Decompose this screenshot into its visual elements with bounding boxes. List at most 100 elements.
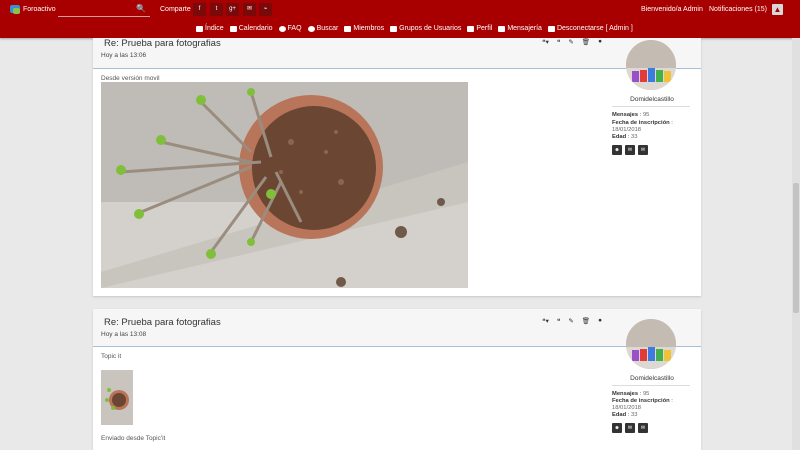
nav-item-messages[interactable]: Mensajería [498, 25, 542, 32]
mail-icon: ✉ [246, 6, 253, 12]
nav-item-calendar[interactable]: Calendario [229, 25, 273, 32]
google-plus-icon: g+ [229, 6, 236, 12]
nav-item-faq[interactable]: FAQ [278, 25, 302, 32]
stat-value: 18/01/2018 [612, 127, 642, 133]
nav-item-members[interactable]: Miembros [344, 25, 384, 32]
nav-label: Calendario [238, 25, 273, 32]
username[interactable]: Domidelcastillo [610, 375, 694, 382]
welcome-text[interactable]: Bienvenido/a Admin [641, 6, 703, 13]
delete-icon[interactable]: 🗑 [582, 38, 590, 46]
post-footer-text: Enviado desde Topic'it [101, 435, 166, 442]
logout-icon [547, 25, 555, 32]
facebook-share-button[interactable]: f [193, 3, 206, 16]
nav-item-groups[interactable]: Grupos de Usuarios [390, 25, 461, 32]
logo-text: Foroactivo [23, 5, 56, 13]
stat-messages: Mensajes : 95 [612, 391, 650, 397]
nav-label: Perfil [476, 25, 493, 32]
profile-icon[interactable]: ☻ [612, 145, 622, 155]
edit-icon[interactable]: ✎ [568, 38, 573, 46]
search-input[interactable]: 🔍 [58, 3, 150, 17]
twitter-share-button[interactable]: t [210, 3, 223, 16]
stat-joined: Fecha de inscripción : [612, 120, 673, 126]
delete-icon[interactable]: 🗑 [582, 317, 590, 325]
profile-actions: ☻ ✉ ✉ [612, 145, 648, 155]
quote-icon[interactable]: ❝ [557, 317, 561, 325]
stat-value: 18/01/2018 [612, 405, 642, 411]
stat-value: 95 [642, 112, 650, 118]
nav-item-profile[interactable]: Perfil [467, 25, 492, 32]
profile-icon [467, 25, 475, 32]
post-title[interactable]: Re: Prueba para fotografias [104, 38, 221, 49]
stat-label: Mensajes [612, 391, 639, 397]
google-plus-share-button[interactable]: g+ [226, 3, 239, 16]
profile-divider [612, 385, 690, 386]
nav-item-search[interactable]: Buscar [307, 25, 339, 32]
post: Re: Prueba para fotografias Hoy a las 13… [93, 38, 701, 296]
help-icon [278, 25, 286, 32]
post-title[interactable]: Re: Prueba para fotografias [104, 317, 221, 328]
stat-value: 33 [631, 412, 638, 418]
notifications-label: Notificaciones [709, 6, 753, 13]
user-profile: Domidelcastillo Mensajes : 95 Fecha de i… [610, 309, 690, 450]
scrollbar[interactable] [792, 38, 800, 450]
scroll-top-button[interactable]: ▲ [772, 4, 783, 15]
username[interactable]: Domidelcastillo [610, 96, 694, 103]
pm-icon[interactable]: ✉ [625, 145, 635, 155]
post-time: Hoy a las 13:06 [101, 52, 147, 59]
post-image[interactable] [101, 82, 468, 288]
nav-label: Mensajería [507, 25, 542, 32]
profile-actions: ☻ ✉ ✉ [612, 423, 648, 433]
info-icon[interactable]: ● [598, 317, 602, 325]
arrow-up-icon: ▲ [773, 5, 782, 14]
nav-label: Índice [205, 25, 224, 32]
post-tools: ❝▾ ❝ ✎ 🗑 ● [542, 38, 602, 46]
stat-label: Edad [612, 412, 627, 418]
nav-item-logout[interactable]: Desconectarse [ Admin ] [547, 25, 633, 32]
pm-icon[interactable]: ✉ [625, 423, 635, 433]
facebook-icon: f [198, 6, 201, 12]
scrollbar-thumb[interactable] [793, 183, 799, 313]
post-time: Hoy a las 13:08 [101, 331, 147, 338]
multiquote-icon[interactable]: ❝▾ [542, 38, 549, 46]
nav-label: Desconectarse [ Admin ] [556, 25, 633, 32]
stat-joined-value: 18/01/2018 [612, 405, 641, 411]
stat-label: Edad [612, 134, 627, 140]
top-bar: Foroactivo 🔍 Comparte : f t g+ ✉ ⌁ Bienv… [0, 0, 800, 38]
rss-share-button[interactable]: ⌁ [259, 3, 272, 16]
info-icon[interactable]: ● [598, 38, 602, 46]
email-icon[interactable]: ✉ [638, 423, 648, 433]
home-icon [196, 25, 203, 32]
stat-label: Fecha de inscripción [612, 120, 670, 126]
user-profile: Domidelcastillo Mensajes : 95 Fecha de i… [610, 38, 690, 296]
post-tools: ❝▾ ❝ ✎ 🗑 ● [542, 317, 602, 325]
twitter-icon: t [215, 6, 218, 12]
logo-icon [10, 5, 20, 14]
main-nav: Índice Calendario FAQ Buscar Miembros Gr… [196, 25, 633, 32]
edit-icon[interactable]: ✎ [568, 317, 573, 325]
stat-age: Edad : 33 [612, 412, 638, 418]
nav-label: Buscar [316, 25, 339, 32]
nav-label: Miembros [353, 25, 385, 32]
avatar[interactable] [626, 319, 676, 369]
nav-label: Grupos de Usuarios [399, 25, 462, 32]
nav-item-index[interactable]: Índice [196, 25, 224, 32]
mail-icon [498, 25, 506, 32]
quote-icon[interactable]: ❝ [557, 38, 561, 46]
mail-share-button[interactable]: ✉ [243, 3, 256, 16]
email-icon[interactable]: ✉ [638, 145, 648, 155]
nav-label: FAQ [287, 25, 302, 32]
multiquote-icon[interactable]: ❝▾ [542, 317, 549, 325]
post-body-text: Topic it [101, 353, 122, 360]
site-logo[interactable]: Foroactivo [10, 5, 56, 14]
calendar-icon [229, 25, 237, 32]
stat-value: 33 [631, 134, 638, 140]
search-icon [307, 25, 315, 32]
avatar-image [626, 40, 676, 90]
profile-icon[interactable]: ☻ [612, 423, 622, 433]
stat-label: Fecha de inscripción [612, 398, 670, 404]
avatar[interactable] [626, 40, 676, 90]
notifications-link[interactable]: Notificaciones (15) [709, 6, 767, 13]
post-image-thumbnail[interactable] [101, 370, 133, 425]
search-icon[interactable]: 🔍 [136, 4, 146, 13]
stat-messages: Mensajes : 95 [612, 112, 650, 118]
